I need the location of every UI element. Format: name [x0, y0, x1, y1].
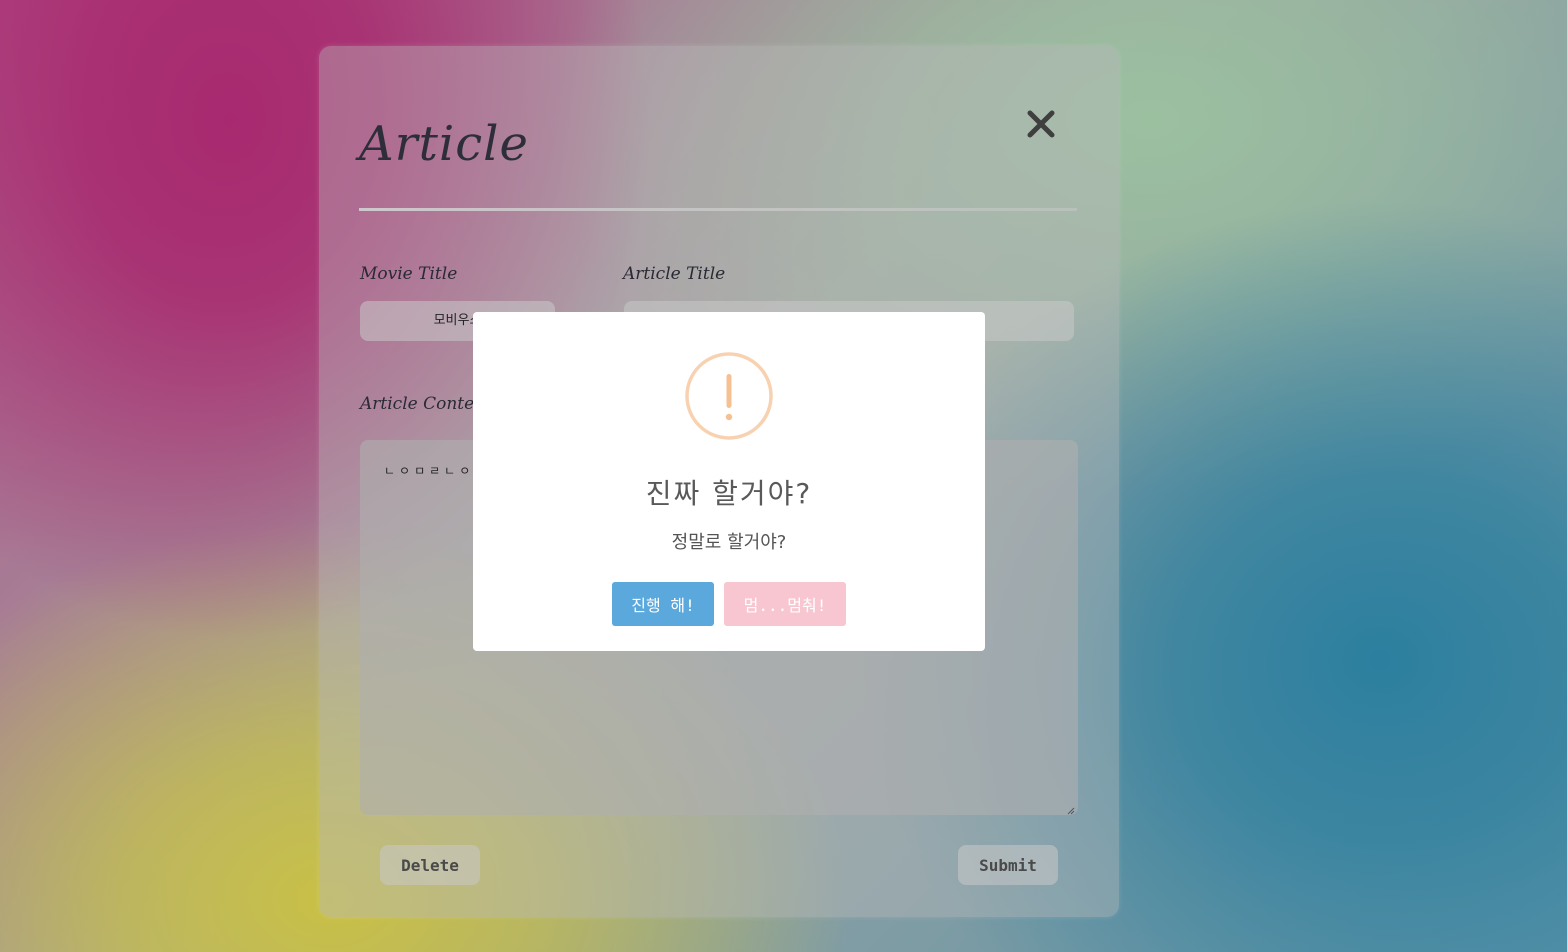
confirm-button[interactable]: 진행 해! [612, 582, 714, 626]
dialog-title: 진짜 할거야? [645, 477, 813, 510]
cancel-button[interactable]: 멈...멈춰! [724, 582, 846, 626]
confirm-dialog: 진짜 할거야? 정말로 할거야? 진행 해! 멈...멈춰! [473, 312, 985, 651]
dialog-text: 정말로 할거야? [671, 532, 787, 553]
warning-icon [685, 352, 773, 440]
